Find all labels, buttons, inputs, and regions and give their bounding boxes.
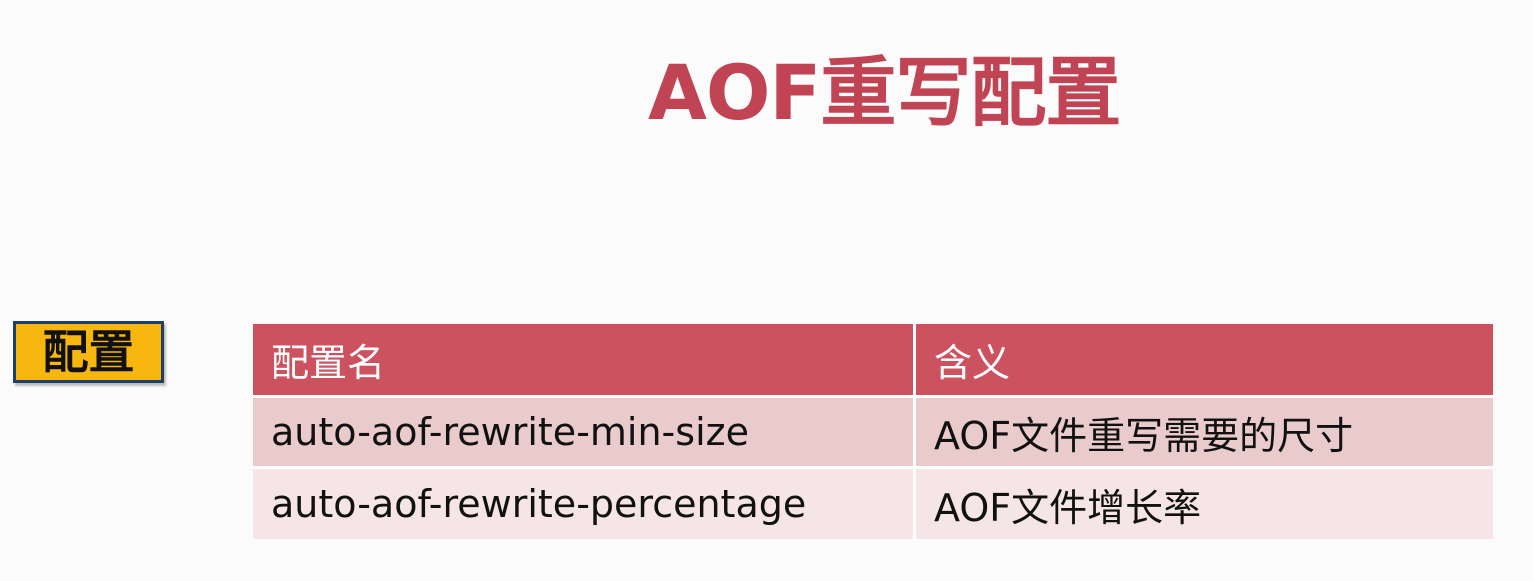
table-header-row: 配置名 含义 — [253, 324, 1493, 395]
config-name-cell: auto-aof-rewrite-percentage — [253, 466, 916, 539]
slide-title: AOF重写配置 — [648, 48, 1121, 137]
header-meaning: 含义 — [916, 324, 1493, 395]
config-tag: 配置 — [13, 321, 164, 383]
table-row: auto-aof-rewrite-min-size AOF文件重写需要的尺寸 — [253, 395, 1493, 466]
config-table: 配置名 含义 auto-aof-rewrite-min-size AOF文件重写… — [253, 324, 1493, 539]
config-meaning-cell: AOF文件重写需要的尺寸 — [916, 395, 1493, 466]
header-config-name: 配置名 — [253, 324, 916, 395]
config-name-cell: auto-aof-rewrite-min-size — [253, 395, 916, 466]
table-row: auto-aof-rewrite-percentage AOF文件增长率 — [253, 466, 1493, 539]
config-meaning-cell: AOF文件增长率 — [916, 466, 1493, 539]
